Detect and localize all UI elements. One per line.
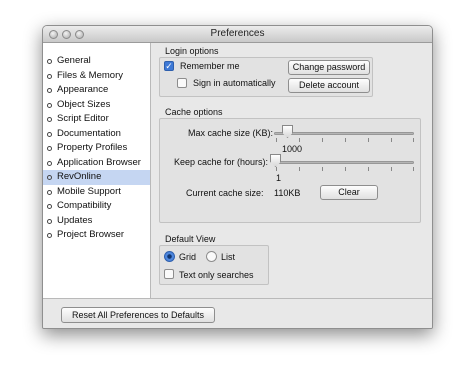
bullet-icon [47,175,52,180]
grid-radio[interactable] [164,251,175,262]
bullet-icon [47,131,52,137]
bullet-icon [47,117,52,122]
keep-cache-for-value: 1 [276,173,282,183]
cache-options-group: Max cache size (KB): 1000 Keep cache for… [159,118,421,223]
sidebar-item-label: Property Profiles [57,142,128,153]
sidebar-item-label: Appearance [57,84,109,95]
sidebar-item-label: Mobile Support [57,185,121,197]
bullet-icon [47,88,52,93]
login-options-group: ✓ Remember me Sign in automatically Chan… [159,57,373,97]
bullet-icon [47,233,52,238]
change-password-button[interactable]: Change password [288,60,370,75]
sidebar-item-label: RevOnline [57,171,102,182]
max-cache-size-value: 1000 [282,144,303,154]
bullet-icon [47,204,52,209]
bullet-icon [47,218,52,224]
sidebar-item-appearance[interactable]: Appearance [43,83,150,98]
sidebar-item-label: Updates [57,214,93,226]
sidebar-item-label: General [57,55,91,66]
clear-cache-button[interactable]: Clear [320,185,378,200]
text-only-searches-label: Text only searches [179,270,254,280]
bullet-icon [47,189,52,195]
title-bar[interactable]: Preferences [43,26,432,43]
sidebar-item-mobile-support[interactable]: Mobile Support [43,185,150,200]
default-view-group: Grid List Text only searches [159,245,269,285]
sidebar-item-documentation[interactable]: Documentation [43,127,150,142]
sign-in-automatically-label: Sign in automatically [193,78,276,88]
remember-me-label: Remember me [180,61,240,71]
sidebar-item-revonline[interactable]: RevOnline [43,170,150,185]
list-label: List [221,252,236,262]
current-cache-size-value: 110KB [274,188,301,198]
default-view-heading: Default View [165,234,216,244]
text-only-searches-checkbox[interactable] [164,269,174,279]
reset-all-preferences-button[interactable]: Reset All Preferences to Defaults [61,307,215,323]
max-cache-size-slider-thumb[interactable] [282,125,293,138]
sidebar-item-label: Compatibility [57,200,112,211]
login-options-heading: Login options [165,46,219,56]
bullet-icon [47,102,52,108]
keep-cache-for-ticks [276,167,414,171]
current-cache-size-label: Current cache size: [186,188,264,198]
sign-in-automatically-checkbox[interactable] [177,78,187,88]
max-cache-size-slider-track[interactable] [274,132,414,135]
remember-me-checkbox[interactable]: ✓ [164,61,174,71]
cache-options-heading: Cache options [165,107,223,117]
sidebar-item-general[interactable]: General [43,54,150,69]
sidebar-item-object-sizes[interactable]: Object Sizes [43,98,150,113]
sidebar-item-label: Object Sizes [57,98,111,110]
sidebar-item-label: Project Browser [57,229,125,240]
sidebar-item-updates[interactable]: Updates [43,214,150,229]
footer-bar: Reset All Preferences to Defaults [43,298,432,328]
sidebar-item-files-memory[interactable]: Files & Memory [43,69,150,84]
keep-cache-for-slider-thumb[interactable] [270,154,281,167]
sidebar-item-property-profiles[interactable]: Property Profiles [43,141,150,156]
list-radio[interactable] [206,251,217,262]
bullet-icon [47,160,52,166]
sidebar-item-label: Documentation [57,127,121,139]
sidebar-item-project-browser[interactable]: Project Browser [43,228,150,243]
bullet-icon [47,73,52,79]
preferences-sidebar: General Files & Memory Appearance Object… [43,43,151,298]
revonline-pane: Login options ✓ Remember me Sign in auto… [151,43,432,298]
window-title: Preferences [210,28,265,39]
sidebar-item-label: Script Editor [57,113,109,124]
bullet-icon [47,59,52,64]
sidebar-item-script-editor[interactable]: Script Editor [43,112,150,127]
max-cache-size-ticks [276,138,414,142]
max-cache-size-label: Max cache size (KB): [188,128,274,138]
sidebar-item-label: Files & Memory [57,69,123,81]
keep-cache-for-label: Keep cache for (hours): [174,157,269,167]
sidebar-item-compatibility[interactable]: Compatibility [43,199,150,214]
sidebar-item-application-browser[interactable]: Application Browser [43,156,150,171]
preferences-window: Preferences General Files & Memory Appea… [42,25,433,329]
bullet-icon [47,146,52,151]
keep-cache-for-slider-track[interactable] [274,161,414,164]
delete-account-button[interactable]: Delete account [288,78,370,93]
sidebar-item-label: Application Browser [57,156,141,168]
grid-label: Grid [179,252,197,262]
